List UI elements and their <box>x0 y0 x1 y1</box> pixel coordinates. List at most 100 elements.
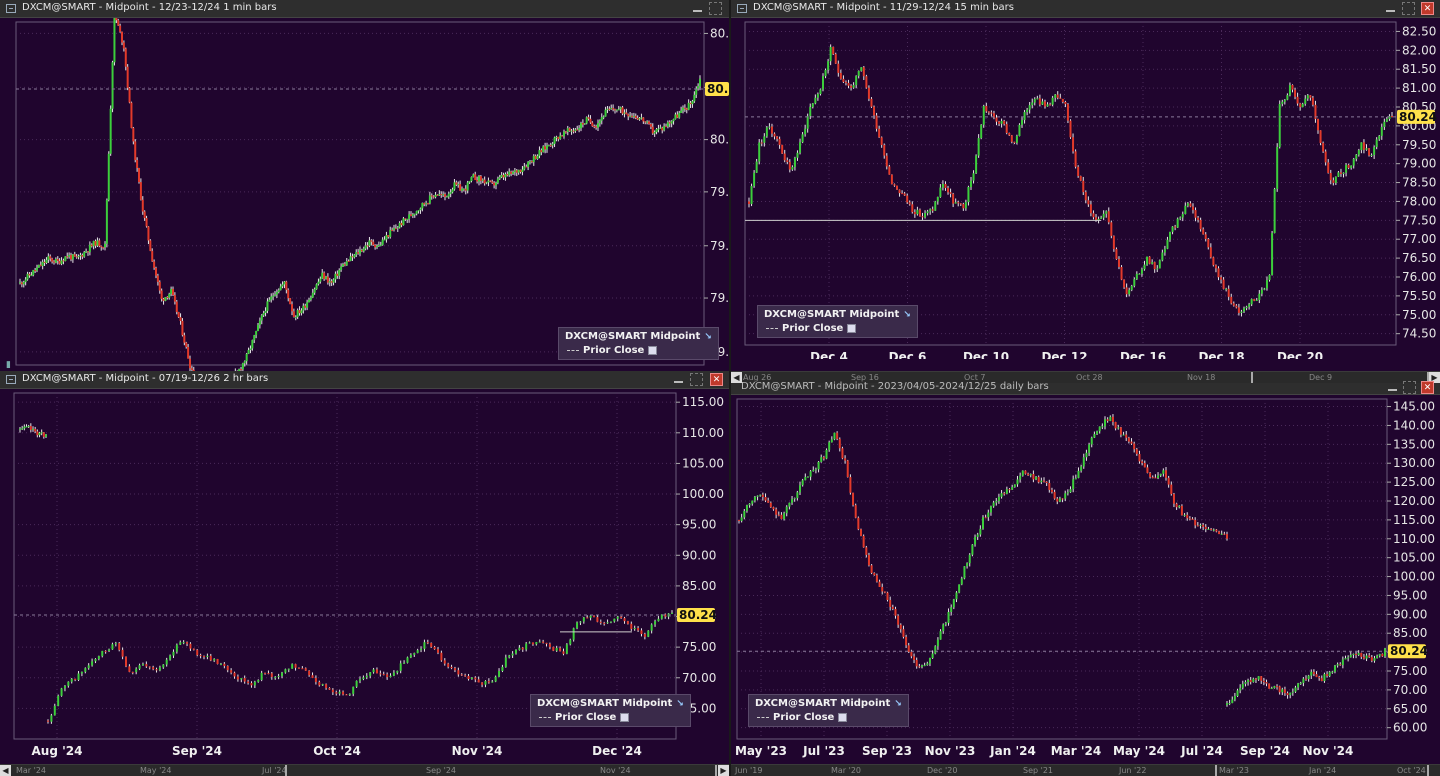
price-bar-body <box>60 688 63 696</box>
scroller-thumb[interactable] <box>285 765 717 776</box>
price-bar-body <box>563 131 565 137</box>
minimize-icon[interactable] <box>1384 2 1397 15</box>
price-bar-body <box>1028 105 1031 110</box>
expand-arrow-icon[interactable]: ↘ <box>704 331 712 344</box>
checkbox-icon[interactable] <box>620 712 630 722</box>
price-bar-body <box>1061 98 1064 102</box>
price-bar-body <box>97 656 100 659</box>
price-bar-body <box>240 678 243 680</box>
price-bar-body <box>631 115 633 117</box>
price-bar-body <box>962 204 965 209</box>
price-bar-body <box>1146 467 1149 473</box>
maximize-icon[interactable] <box>1403 381 1416 394</box>
price-bar-body <box>1085 452 1088 458</box>
x-tick-label: Nov '23 <box>925 744 976 758</box>
maximize-icon[interactable] <box>1402 2 1415 15</box>
y-tick-label: 85.00 <box>682 579 716 593</box>
close-icon[interactable]: ✕ <box>1421 2 1434 15</box>
scroller-label: Dec 9 <box>1309 373 1333 382</box>
price-bar-body <box>974 536 977 545</box>
panel-titlebar[interactable]: DXCM@SMART - Midpoint - 12/23-12/24 1 mi… <box>0 0 729 18</box>
price-bar-body <box>1089 204 1092 214</box>
scroll-left-icon[interactable]: ◀ <box>0 765 11 776</box>
time-scroller[interactable]: Jun '19 Mar '20 Dec '20 Sep '21 Jun '22 … <box>731 764 1440 776</box>
price-bar-body <box>1262 680 1265 683</box>
price-bar-body <box>586 617 589 619</box>
expand-arrow-icon[interactable]: ↘ <box>894 698 902 711</box>
price-bar-body <box>374 244 377 248</box>
price-bar-body <box>349 256 352 261</box>
close-icon[interactable]: ✕ <box>1421 381 1434 394</box>
price-bar-body <box>1056 94 1059 98</box>
price-bar-body <box>313 289 316 293</box>
panel-titlebar[interactable]: DXCM@SMART - Midpoint - 07/19-12/26 2 hr… <box>0 371 729 389</box>
price-bar-body <box>83 252 86 257</box>
price-bar-body <box>1241 683 1244 688</box>
price-bar-body <box>1179 217 1182 219</box>
price-bar-body <box>25 426 28 428</box>
price-bar-body <box>183 335 186 343</box>
price-bar-body <box>1082 457 1085 467</box>
price-bar-body <box>96 240 99 246</box>
minimize-icon[interactable] <box>672 373 685 386</box>
chart-legend[interactable]: DXCM@SMART Midpoint ↘ Prior Close <box>530 694 691 727</box>
price-bar-body <box>1236 690 1239 697</box>
price-bar-body <box>420 648 423 651</box>
price-chart-1min[interactable]: 80.80.80.79.79.79.79.80.2 <box>0 18 729 371</box>
price-bar-body <box>1171 226 1174 232</box>
price-bar-body <box>74 678 77 681</box>
panel-titlebar[interactable]: DXCM@SMART - Midpoint - 2023/04/05-2024/… <box>731 381 1440 395</box>
price-bar-body <box>801 480 804 486</box>
price-bar-body <box>990 112 993 114</box>
maximize-icon[interactable] <box>690 373 703 386</box>
price-bar-body <box>158 281 161 291</box>
price-bar-body <box>19 282 21 284</box>
time-scroller[interactable]: ◀ Mar '24 May '24 Jul '24 Sep '24 Nov '2… <box>0 764 729 776</box>
checkbox-icon[interactable] <box>838 712 848 722</box>
checkbox-icon[interactable] <box>648 345 658 355</box>
minimize-icon[interactable] <box>691 2 704 15</box>
price-bar-body <box>270 673 273 677</box>
price-bar-body <box>972 173 975 181</box>
chart-legend[interactable]: DXCM@SMART Midpoint ↘ Prior Close <box>757 305 918 338</box>
price-bar-body <box>334 273 337 280</box>
price-bar-body <box>277 290 280 293</box>
x-tick-label: Dec 6 <box>889 350 927 359</box>
price-bar-body <box>689 102 692 105</box>
price-bar-body <box>62 260 65 262</box>
price-bar-body <box>131 671 134 673</box>
price-bar-body <box>495 182 497 186</box>
price-bar-body <box>860 67 863 71</box>
price-bar-body <box>890 174 893 185</box>
price-bar-body <box>576 129 579 131</box>
price-bar-body <box>402 218 405 226</box>
price-bar-body <box>277 676 280 678</box>
expand-arrow-icon[interactable]: ↘ <box>903 309 911 322</box>
price-bar-body <box>1064 493 1067 499</box>
price-bar-body <box>1096 431 1099 435</box>
price-bar-body <box>680 110 683 113</box>
legend-series-name: DXCM@SMART Midpoint <box>565 331 701 342</box>
price-bar-body <box>632 115 635 117</box>
price-bar-body <box>1239 687 1242 691</box>
checkbox-icon[interactable] <box>847 323 857 333</box>
panel-titlebar[interactable]: DXCM@SMART - Midpoint - 11/29-12/24 15 m… <box>731 0 1440 18</box>
price-bar-body <box>995 117 998 122</box>
price-bar-body <box>801 134 804 143</box>
minimize-icon[interactable] <box>1386 381 1399 394</box>
scroll-right-icon[interactable]: ▶ <box>718 765 729 776</box>
price-bar-body <box>209 655 212 661</box>
chart-legend[interactable]: DXCM@SMART Midpoint ↘ Prior Close <box>748 694 909 727</box>
price-bar-body <box>1244 682 1247 684</box>
price-bar-body <box>483 179 486 184</box>
price-bar-body <box>479 176 482 181</box>
price-tag-label: 80.24 <box>1399 110 1437 124</box>
price-bar-body <box>1196 525 1199 527</box>
expand-arrow-icon[interactable]: ↘ <box>676 698 684 711</box>
price-bar-body <box>386 674 389 678</box>
price-bar-body <box>126 66 129 88</box>
maximize-icon[interactable] <box>709 2 722 15</box>
price-bar-body <box>508 171 511 176</box>
chart-legend[interactable]: DXCM@SMART Midpoint ↘ Prior Close <box>558 327 719 360</box>
close-icon[interactable]: ✕ <box>710 373 723 386</box>
